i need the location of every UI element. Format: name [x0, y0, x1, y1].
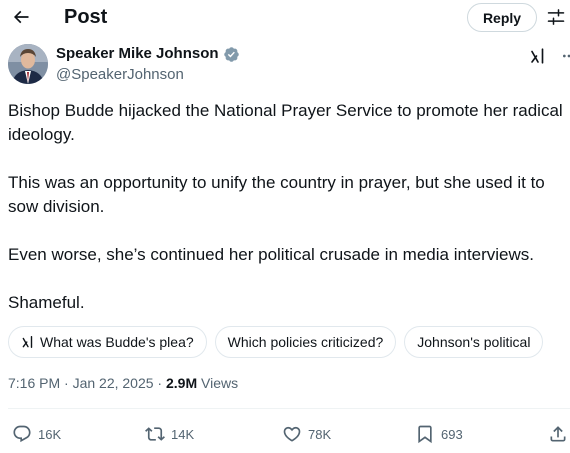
filter-button[interactable] [545, 6, 567, 28]
reply-button[interactable]: Reply [467, 3, 537, 32]
reply-action[interactable]: 16K [12, 420, 61, 448]
repost-icon [145, 427, 165, 441]
comment-bubble-icon [13, 425, 31, 443]
suggestion-label: Johnson's political [417, 334, 531, 350]
grok-icon [22, 336, 33, 348]
views-label: Views [201, 375, 239, 391]
suggestion-label: What was Budde's plea? [40, 334, 194, 350]
sliders-icon [547, 9, 565, 25]
more-button[interactable] [560, 46, 570, 66]
meta-separator: · [153, 375, 166, 391]
bookmark-count: 693 [441, 426, 463, 442]
author-row: Speaker Mike Johnson @SpeakerJohnson [8, 44, 570, 90]
page-title: Post [64, 6, 108, 28]
verified-badge-icon [223, 46, 240, 63]
bookmark-icon [418, 425, 432, 444]
repost-count: 14K [171, 426, 195, 442]
action-bar: 16K 14K 78K 693 [0, 420, 570, 448]
tweet-paragraph: Bishop Budde hijacked the National Praye… [8, 101, 563, 144]
heart-icon [283, 426, 301, 442]
suggestion-chip[interactable]: Johnson's political [404, 326, 544, 358]
grok-suggestions: What was Budde's plea? Which policies cr… [8, 326, 570, 358]
timestamp[interactable]: 7:16 PM · Jan 22, 2025 [8, 375, 154, 391]
suggestion-chip[interactable]: Which policies criticized? [214, 326, 397, 358]
repost-action[interactable]: 14K [145, 420, 194, 448]
tweet-paragraph: Even worse, she’s continued her politica… [8, 245, 535, 264]
back-button[interactable] [8, 4, 34, 30]
like-count: 78K [308, 426, 332, 442]
like-action[interactable]: 78K [282, 420, 331, 448]
top-bar: Post Reply [0, 0, 570, 34]
author-name[interactable]: Speaker Mike Johnson [56, 45, 219, 63]
reply-count: 16K [38, 426, 62, 442]
author-name-row: Speaker Mike Johnson [56, 45, 240, 63]
share-action[interactable] [548, 420, 568, 448]
suggestion-chip[interactable]: What was Budde's plea? [8, 326, 207, 358]
grok-button[interactable] [528, 46, 548, 66]
tweet-meta: 7:16 PM · Jan 22, 2025 · 2.9M Views [8, 374, 238, 392]
arrow-left-icon [13, 10, 29, 24]
tweet-paragraph: This was an opportunity to unify the cou… [8, 173, 545, 216]
views-count: 2.9M [166, 375, 198, 391]
bookmark-action[interactable]: 693 [415, 420, 463, 448]
divider [8, 408, 570, 409]
share-icon [550, 426, 566, 442]
tweet-paragraph: Shameful. [8, 293, 85, 312]
tweet-text: Bishop Budde hijacked the National Praye… [8, 99, 566, 315]
grok-icon [531, 48, 544, 64]
avatar[interactable] [8, 44, 48, 84]
more-dots-icon [563, 54, 570, 58]
suggestion-label: Which policies criticized? [227, 334, 384, 350]
author-handle[interactable]: @SpeakerJohnson [56, 66, 184, 84]
